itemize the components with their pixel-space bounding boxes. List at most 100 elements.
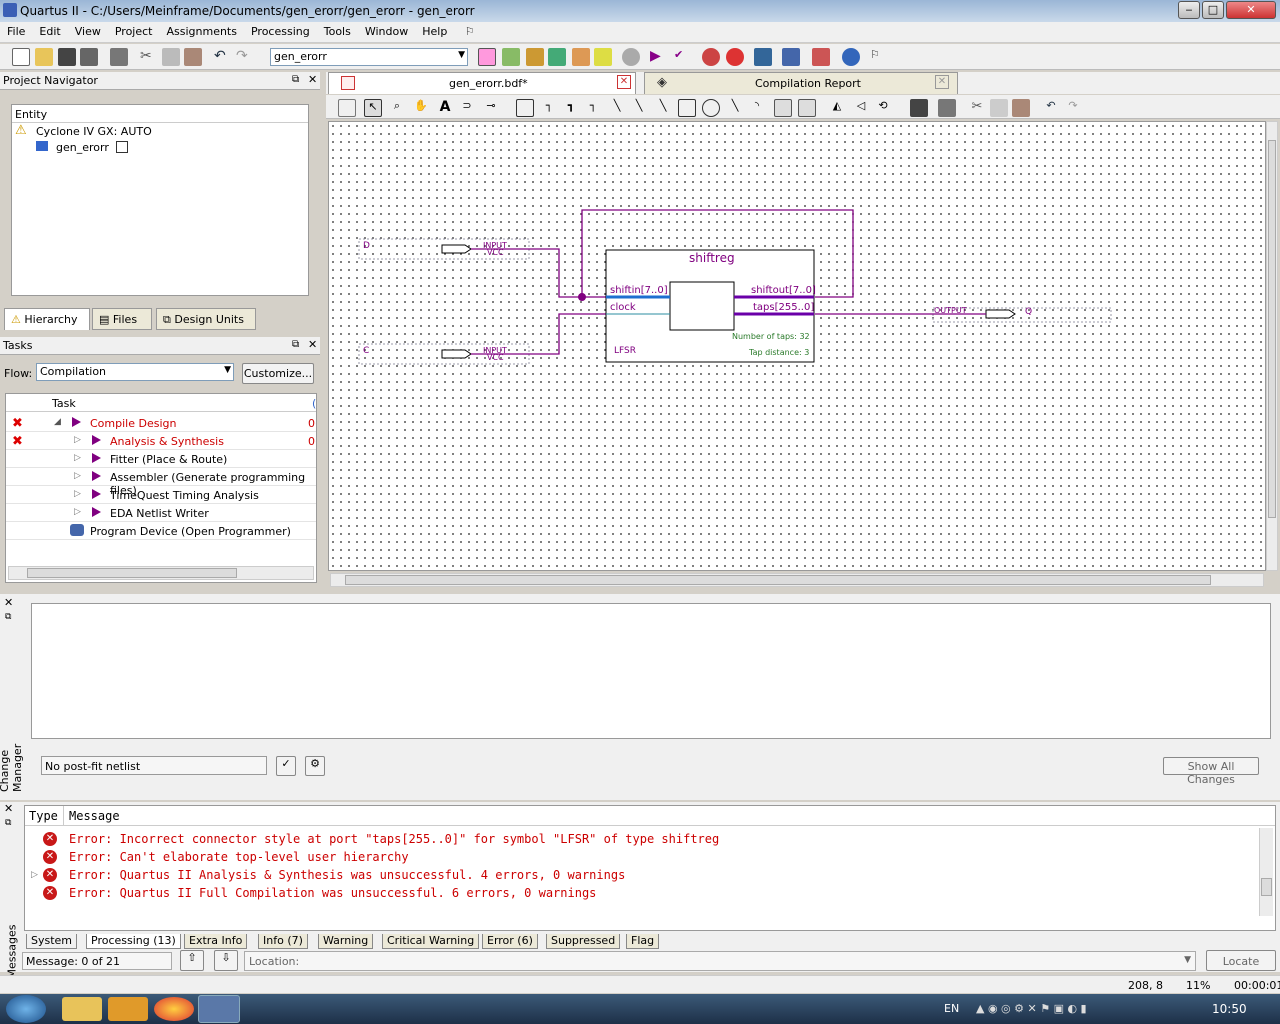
- netlist-check-icon[interactable]: ✓: [276, 756, 296, 776]
- undo-icon[interactable]: ↶: [1042, 99, 1060, 117]
- locate-button[interactable]: Locate: [1206, 950, 1276, 971]
- print-icon[interactable]: [938, 99, 956, 117]
- tab-compilation-report[interactable]: ◈ Compilation Report ✕: [644, 72, 958, 94]
- menu-assignments[interactable]: Assignments: [159, 22, 244, 38]
- hand-tool-icon[interactable]: ✋: [412, 99, 430, 117]
- expand-icon[interactable]: ▷: [31, 870, 38, 880]
- menu-window[interactable]: Window: [358, 22, 415, 38]
- menu-tools[interactable]: Tools: [317, 22, 358, 38]
- open-icon[interactable]: [35, 48, 53, 66]
- tab-warning[interactable]: Warning: [318, 934, 374, 949]
- ellipse-tool-icon[interactable]: [702, 99, 720, 117]
- tray-icons[interactable]: ▲ ◉ ◎ ⚙ ✕ ⚑ ▣ ◐ ▮: [976, 1002, 1096, 1016]
- arc-tool-icon[interactable]: ◝: [748, 99, 766, 117]
- design-partition-icon[interactable]: [572, 48, 590, 66]
- netlist-settings-icon[interactable]: ⚙: [305, 756, 325, 776]
- megawizard-icon[interactable]: [812, 48, 830, 66]
- flip-horizontal-icon[interactable]: ◭: [828, 99, 846, 117]
- assignment-editor-icon[interactable]: [478, 48, 496, 66]
- device-row[interactable]: ⚠ Cyclone IV GX: AUTO: [12, 123, 308, 139]
- message-row[interactable]: Error: Quartus II Analysis & Synthesis w…: [69, 868, 625, 882]
- customize-button[interactable]: Customize...: [242, 363, 314, 384]
- top-entity-row[interactable]: gen_erorr: [12, 139, 308, 155]
- task-row[interactable]: ✖◢Compile Design0(: [6, 414, 316, 432]
- cut-icon[interactable]: ✂: [140, 48, 158, 66]
- tab-files[interactable]: ▤ Files: [92, 308, 152, 330]
- tab-flag[interactable]: Flag: [626, 934, 660, 949]
- canvas-hscrollbar[interactable]: [330, 573, 1264, 587]
- float-icon[interactable]: ⧉: [292, 74, 299, 85]
- task-row[interactable]: ▷ TimeQuest Timing Analysis: [6, 486, 316, 504]
- orthogonal-node-icon[interactable]: ┐: [540, 99, 558, 117]
- symbol-tool-icon[interactable]: ⊃: [458, 99, 476, 117]
- save-all-icon[interactable]: [80, 48, 98, 66]
- tab-system[interactable]: System: [26, 934, 78, 949]
- save-icon[interactable]: [58, 48, 76, 66]
- diagonal-node-icon[interactable]: ╲: [608, 99, 626, 117]
- redo-icon[interactable]: ↷: [236, 48, 254, 66]
- task-row[interactable]: ▷ Fitter (Place & Route): [6, 450, 316, 468]
- float-icon[interactable]: ⧉: [292, 339, 299, 350]
- previous-message-icon[interactable]: ⇧: [180, 950, 204, 971]
- undo-icon[interactable]: ↶: [214, 48, 232, 66]
- timing-icon[interactable]: [594, 48, 612, 66]
- close-icon[interactable]: ✕: [4, 596, 13, 609]
- partial-line-icon[interactable]: [798, 99, 816, 117]
- close-tab-icon[interactable]: ✕: [935, 75, 949, 89]
- programmer-icon[interactable]: [754, 48, 772, 66]
- task-hscrollbar[interactable]: [8, 566, 314, 580]
- task-row[interactable]: Program Device (Open Programmer): [6, 522, 316, 540]
- media-icon[interactable]: [108, 997, 148, 1021]
- pin-tool-icon[interactable]: ⊸: [482, 99, 500, 117]
- paste-icon[interactable]: [184, 48, 202, 66]
- sopc-icon[interactable]: [782, 48, 800, 66]
- diagonal-bus-icon[interactable]: ╲: [630, 99, 648, 117]
- menu-processing[interactable]: Processing: [244, 22, 317, 38]
- text-tool-icon[interactable]: A: [436, 99, 454, 117]
- tab-info[interactable]: Info (7): [258, 934, 308, 949]
- tab-design-units[interactable]: ⧉ Design Units: [156, 308, 256, 330]
- orthogonal-bus-icon[interactable]: ┓: [562, 99, 580, 117]
- redo-icon[interactable]: ↷: [1064, 99, 1082, 117]
- cut-icon[interactable]: ✂: [968, 99, 986, 117]
- float-icon[interactable]: ⧉: [5, 818, 11, 828]
- settings-icon[interactable]: [548, 48, 566, 66]
- canvas-vscrollbar[interactable]: [1266, 121, 1278, 571]
- menu-edit[interactable]: Edit: [32, 22, 67, 38]
- message-vscrollbar[interactable]: [1259, 828, 1273, 916]
- start-button[interactable]: [6, 995, 46, 1023]
- copy-icon[interactable]: [990, 99, 1008, 117]
- start-compilation-icon[interactable]: ▶: [650, 48, 668, 66]
- help-icon[interactable]: [842, 48, 860, 66]
- minimize-button[interactable]: ‒: [1178, 1, 1200, 19]
- show-all-changes-button[interactable]: Show All Changes: [1163, 757, 1259, 786]
- next-message-icon[interactable]: ⇩: [214, 950, 238, 971]
- float-icon[interactable]: ⧉: [5, 612, 11, 622]
- message-row[interactable]: Error: Quartus II Full Compilation was u…: [69, 886, 596, 900]
- menu-file[interactable]: File: [0, 22, 32, 38]
- copy-icon[interactable]: [162, 48, 180, 66]
- paste-icon[interactable]: [1012, 99, 1030, 117]
- pin-planner-icon[interactable]: [502, 48, 520, 66]
- tab-error[interactable]: Error (6): [482, 934, 538, 949]
- clock[interactable]: 10:50: [1212, 1002, 1247, 1016]
- close-icon[interactable]: ✕: [4, 802, 13, 815]
- zoom-tool-icon[interactable]: ⌕: [388, 99, 406, 117]
- tab-suppressed[interactable]: Suppressed: [546, 934, 621, 949]
- flip-vertical-icon[interactable]: ◁: [852, 99, 870, 117]
- menu-help[interactable]: Help: [415, 22, 454, 38]
- print-icon[interactable]: [110, 48, 128, 66]
- stop-icon[interactable]: [622, 48, 640, 66]
- task-row[interactable]: ▷ Assembler (Generate programming files): [6, 468, 316, 497]
- tab-bdf[interactable]: gen_erorr.bdf* ✕: [328, 72, 636, 94]
- location-field[interactable]: Location: ▼: [244, 951, 1196, 971]
- save-icon[interactable]: [910, 99, 928, 117]
- conduit-icon[interactable]: ┐: [584, 99, 602, 117]
- help-pointer-icon[interactable]: ⚐: [458, 22, 482, 38]
- message-row[interactable]: Error: Can't elaborate top-level user hi…: [69, 850, 409, 864]
- close-tab-icon[interactable]: ✕: [617, 75, 631, 89]
- tab-critical-warning[interactable]: Critical Warning: [382, 934, 480, 949]
- diagonal-conduit-icon[interactable]: ╲: [654, 99, 672, 117]
- selection-tool-icon[interactable]: ↖: [364, 99, 382, 117]
- close-icon[interactable]: ✕: [308, 73, 317, 86]
